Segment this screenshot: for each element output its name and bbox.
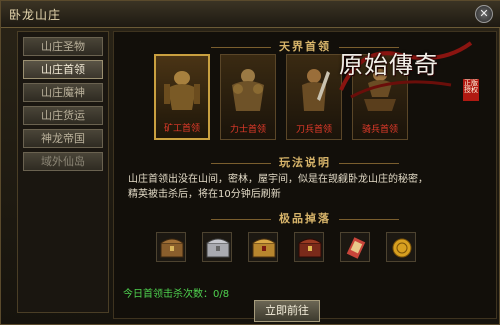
gold-coin-icon <box>392 238 412 258</box>
title-bar: 卧龙山庄 ✕ <box>1 1 500 28</box>
strongman-boss-icon <box>232 69 264 111</box>
drop-slot[interactable] <box>340 232 370 262</box>
silver-chest-icon <box>206 238 230 258</box>
sidebar-item-dragon-empire[interactable]: 神龙帝国 <box>23 129 103 148</box>
go-now-button[interactable]: 立即前往 <box>254 300 320 322</box>
sidebar-item-sacred-relics[interactable]: 山庄圣物 <box>23 37 103 56</box>
drop-slot[interactable] <box>202 232 232 262</box>
section-rules-title: 玩法说明 <box>279 156 331 169</box>
boss-card-miner[interactable]: 矿工首领 <box>154 54 210 140</box>
section-bosses-title: 天界首领 <box>279 40 331 53</box>
sidebar-item-demon-god[interactable]: 山庄魔神 <box>23 83 103 102</box>
drop-slot[interactable] <box>294 232 324 262</box>
game-logo: 原始傳奇 正版授权 <box>331 35 481 105</box>
miner-boss-icon <box>164 71 200 110</box>
wooden-chest-icon <box>160 238 184 258</box>
boss-name-blade-soldier: 刀兵首领 <box>295 125 332 135</box>
sidebar-item-freight[interactable]: 山庄货运 <box>23 106 103 125</box>
logo-text: 原始傳奇 <box>339 51 439 79</box>
drop-slot[interactable] <box>386 232 416 262</box>
logo-seal: 正版授权 <box>463 79 479 101</box>
rules-description: 山庄首领出没在山间，密林，屋宇间，似是在觊觎卧龙山庄的秘密，精英被击杀后，将在1… <box>128 174 428 200</box>
sidebar-item-bosses[interactable]: 山庄首领 <box>23 60 103 79</box>
close-icon[interactable]: ✕ <box>475 5 493 23</box>
sidebar-item-outer-island[interactable]: 域外仙岛 <box>23 152 103 171</box>
boss-card-strongman[interactable]: 力士首领 <box>220 54 276 140</box>
boss-window: 卧龙山庄 ✕ 山庄圣物 山庄首领 山庄魔神 山庄货运 神龙帝国 域外仙岛 天界首… <box>0 0 500 325</box>
window-title: 卧龙山庄 <box>9 8 62 22</box>
boss-name-cavalry: 骑兵首领 <box>361 125 398 135</box>
gold-chest-icon <box>252 238 276 258</box>
drop-slot[interactable] <box>156 232 186 262</box>
section-drops-title: 极品掉落 <box>279 212 331 225</box>
scroll-icon <box>346 237 366 259</box>
drop-slot[interactable] <box>248 232 278 262</box>
boss-name-strongman: 力士首领 <box>229 125 266 135</box>
section-drops-header: 极品掉落 <box>114 210 496 226</box>
kill-count-text: 今日首领击杀次数：0/8 <box>123 289 230 300</box>
sidebar: 山庄圣物 山庄首领 山庄魔神 山庄货运 神龙帝国 域外仙岛 <box>17 31 109 313</box>
red-chest-icon <box>298 238 322 258</box>
section-rules-header: 玩法说明 <box>114 154 496 170</box>
blade-soldier-boss-icon <box>302 69 330 111</box>
boss-name-miner: 矿工首领 <box>163 124 200 134</box>
